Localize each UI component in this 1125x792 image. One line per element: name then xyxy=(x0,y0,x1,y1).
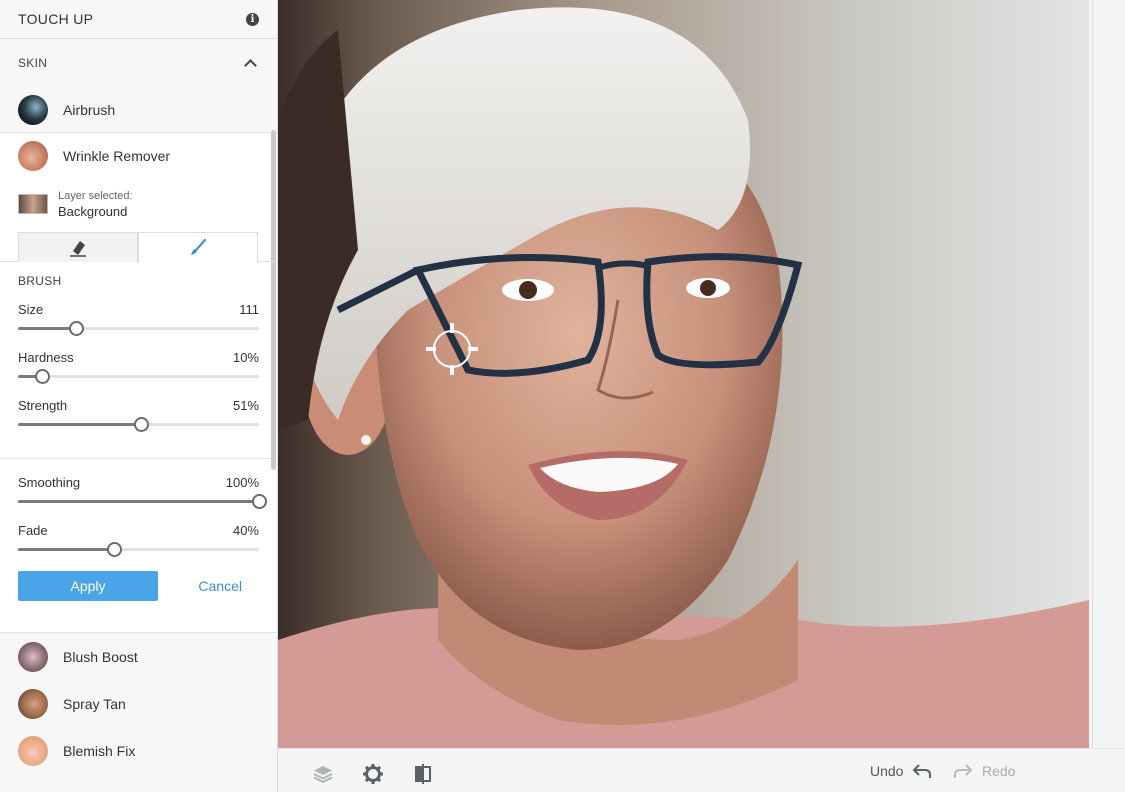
size-label: Size xyxy=(18,302,44,317)
undo-icon xyxy=(913,764,932,778)
tool-label: Airbrush xyxy=(63,101,116,118)
hardness-knob[interactable] xyxy=(35,369,51,384)
hardness-slider: Hardness 10% xyxy=(18,350,259,387)
tool-label: Blush Boost xyxy=(63,648,138,665)
redo-label: Redo xyxy=(982,763,1016,779)
blush-thumb xyxy=(18,641,48,672)
brush-mode-tabs xyxy=(0,232,277,263)
strength-track[interactable] xyxy=(18,413,259,435)
smoothing-label: Smoothing xyxy=(18,475,81,490)
layer-selected-label: Layer selected: xyxy=(58,190,133,202)
tool-item-wrinkle-remover[interactable]: Wrinkle Remover xyxy=(0,133,277,179)
tool-label: Spray Tan xyxy=(63,695,126,712)
eraser-icon xyxy=(70,240,86,257)
strength-knob[interactable] xyxy=(133,417,149,432)
hardness-label: Hardness xyxy=(18,350,74,365)
canvas-edge xyxy=(1092,0,1093,748)
tan-thumb xyxy=(18,688,48,719)
size-track[interactable] xyxy=(18,317,259,339)
smoothing-track[interactable] xyxy=(18,490,267,512)
fade-value: 40% xyxy=(232,523,259,538)
strength-slider: Strength 51% xyxy=(18,398,259,435)
smoothing-knob[interactable] xyxy=(252,494,267,509)
adjust-settings: Smoothing 100% Fade 40% Apply Cancel xyxy=(0,459,277,633)
layer-selected: Layer selected: Background xyxy=(0,179,277,229)
layer-name: Background xyxy=(58,204,128,219)
tab-eraser[interactable] xyxy=(18,232,138,262)
tool-item-blush-boost[interactable]: Blush Boost xyxy=(0,633,277,680)
undo-label: Undo xyxy=(870,763,904,779)
strength-fill xyxy=(18,423,141,426)
sidebar-scrollbar[interactable] xyxy=(271,130,276,470)
more-tools-list: Blush Boost Spray Tan Blemish Fix xyxy=(0,633,277,774)
redo-button[interactable]: Redo xyxy=(952,749,1015,792)
tool-item-spray-tan[interactable]: Spray Tan xyxy=(0,680,277,727)
layers-icon[interactable] xyxy=(312,763,334,785)
strength-label: Strength xyxy=(18,398,68,413)
info-icon[interactable]: i xyxy=(246,12,259,26)
brush-icon xyxy=(191,238,207,255)
tool-item-blemish-fix[interactable]: Blemish Fix xyxy=(0,727,277,774)
compare-icon[interactable] xyxy=(412,763,434,785)
fade-knob[interactable] xyxy=(107,542,123,557)
gear-icon[interactable] xyxy=(362,763,384,785)
hardness-track[interactable] xyxy=(18,365,259,387)
panel-header: TOUCH UP i xyxy=(0,0,277,39)
hardness-value: 10% xyxy=(232,350,259,365)
action-row: Apply Cancel xyxy=(18,571,259,601)
apply-button[interactable]: Apply xyxy=(18,571,158,601)
brush-label: BRUSH xyxy=(18,274,62,288)
chevron-up-icon[interactable] xyxy=(244,58,257,72)
blemish-thumb xyxy=(18,735,48,766)
fade-track[interactable] xyxy=(18,538,259,560)
size-fill xyxy=(18,327,76,330)
cancel-button[interactable]: Cancel xyxy=(198,578,242,594)
brush-cursor xyxy=(426,323,478,375)
undo-button[interactable]: Undo xyxy=(870,749,933,792)
fade-slider: Fade 40% xyxy=(18,523,259,560)
brush-settings: BRUSH Size 111 Hardness 10% Strength 51% xyxy=(0,262,277,459)
tool-label: Blemish Fix xyxy=(63,742,136,759)
skin-section-header[interactable]: SKIN xyxy=(0,39,277,87)
size-knob[interactable] xyxy=(68,321,84,336)
airbrush-thumb xyxy=(18,94,48,125)
smoothing-fill xyxy=(18,500,259,503)
size-slider: Size 111 xyxy=(18,302,259,339)
strength-value: 51% xyxy=(232,398,259,413)
wrinkle-thumb xyxy=(18,141,48,171)
tool-label: Wrinkle Remover xyxy=(63,148,171,164)
tool-item-airbrush[interactable]: Airbrush xyxy=(0,87,277,133)
canvas-area xyxy=(278,0,1125,748)
portrait-photo xyxy=(278,7,1089,748)
smoothing-value: 100% xyxy=(225,475,259,490)
skin-section-label: SKIN xyxy=(18,56,48,70)
photo-canvas[interactable] xyxy=(278,0,1089,748)
bottom-toolbar: Undo Redo xyxy=(278,748,1125,792)
fade-fill xyxy=(18,548,115,551)
size-value: 111 xyxy=(239,302,259,317)
smoothing-slider: Smoothing 100% xyxy=(18,475,267,512)
touch-up-panel: TOUCH UP i SKIN Airbrush Wrinkle Remover… xyxy=(0,0,278,792)
redo-icon xyxy=(954,764,973,778)
panel-title: TOUCH UP xyxy=(18,11,94,27)
layer-thumbnail xyxy=(18,194,48,214)
tab-brush[interactable] xyxy=(138,232,258,263)
wrinkle-remover-expanded: Wrinkle Remover Layer selected: Backgrou… xyxy=(0,133,277,633)
fade-label: Fade xyxy=(18,523,48,538)
